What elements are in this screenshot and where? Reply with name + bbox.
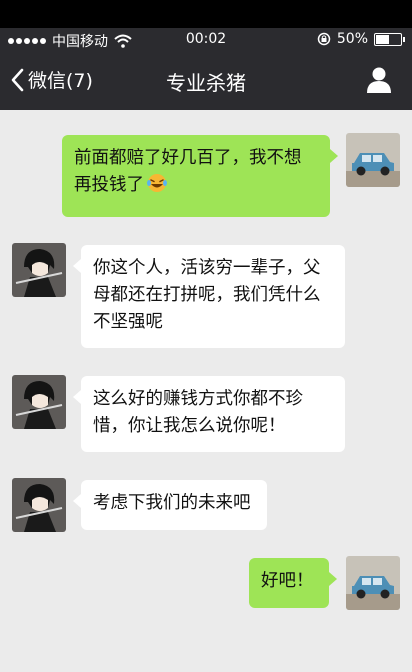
contact-avatar[interactable] (12, 375, 66, 429)
message-text: 考虑下我们的未来吧 (93, 493, 251, 513)
anime-avatar-image (12, 243, 66, 297)
message-text: 你这个人，活该穷一辈子，父母都还在打拼呢，我们凭什么不坚强呢 (93, 258, 321, 332)
contact-avatar[interactable] (12, 478, 66, 532)
car-avatar-image (346, 556, 400, 610)
rotation-lock-icon (317, 32, 331, 46)
message-text: 这么好的赚钱方式你都不珍惜，你让我怎么说你呢！ (93, 389, 303, 436)
my-avatar[interactable] (346, 556, 400, 610)
chat-title: 专业杀猪 (166, 71, 246, 95)
car-avatar-image (346, 133, 400, 187)
message-bubble-incoming[interactable]: 你这个人，活该穷一辈子，父母都还在打拼呢，我们凭什么不坚强呢 (73, 245, 345, 348)
message-bubble-incoming[interactable]: 这么好的赚钱方式你都不珍惜，你让我怎么说你呢！ (73, 376, 345, 452)
battery-fill (376, 34, 389, 44)
nav-bar: 微信(7) 专业杀猪 (0, 52, 412, 110)
message-bubble-outgoing[interactable]: 前面都赔了好几百了，我不想再投钱了 (62, 135, 338, 217)
person-icon[interactable] (366, 66, 392, 94)
anime-avatar-image (12, 478, 66, 532)
status-right: 50% (317, 31, 405, 47)
message-text: 前面都赔了好几百了，我不想再投钱了 (74, 148, 302, 195)
top-strip (0, 0, 412, 28)
contact-avatar[interactable] (12, 243, 66, 297)
message-bubble-incoming[interactable]: 考虑下我们的未来吧 (73, 480, 267, 530)
laughing-crying-emoji (147, 174, 167, 192)
my-avatar[interactable] (346, 133, 400, 187)
message-text: 好吧！ (261, 571, 314, 591)
battery-icon (374, 32, 405, 46)
battery-percent: 50% (336, 31, 368, 47)
message-bubble-outgoing[interactable]: 好吧！ (249, 558, 337, 608)
chat-screen: 中国移动 00:02 50% 微信(7) 专业杀猪 前面都赔了好几百了，我不想再… (0, 0, 412, 672)
status-bar: 中国移动 00:02 50% (0, 28, 412, 52)
anime-avatar-image (12, 375, 66, 429)
